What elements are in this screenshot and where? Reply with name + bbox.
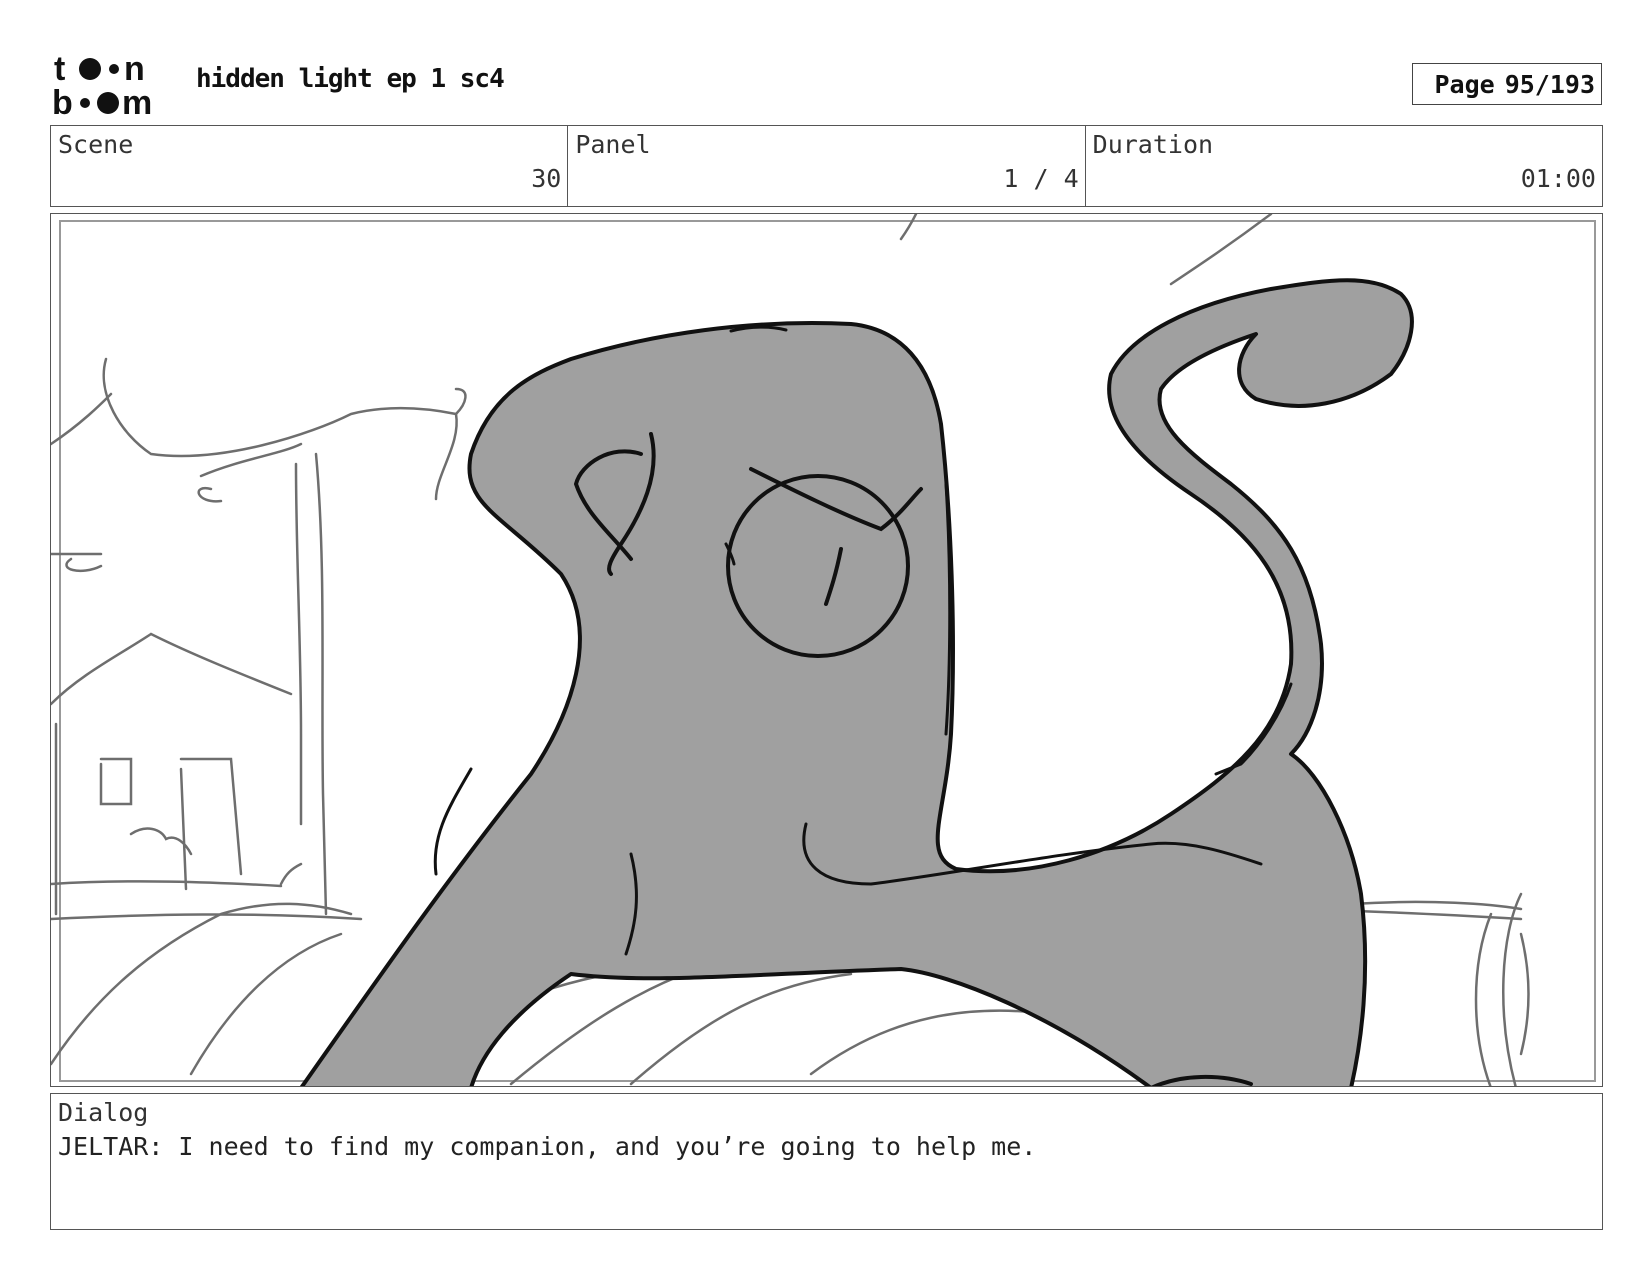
storyboard-frame [50,213,1603,1087]
storyboard-drawing [51,214,1596,1086]
page-indicator: Page 95/193 [1412,63,1602,105]
scene-label: Scene [58,130,134,159]
panel-label: Panel [575,130,651,159]
panel-info-row: Scene 30 Panel 1 / 4 Duration 01:00 [50,125,1603,207]
page-label: Page [1434,69,1495,99]
scene-value: 30 [531,164,562,193]
page-number: 95/193 [1504,69,1595,99]
scene-cell: Scene 30 [51,126,569,206]
svg-text:t: t [54,52,65,88]
character-jeltar [299,278,1414,1086]
dialog-label: Dialog [58,1098,149,1127]
svg-text:n: n [124,52,145,88]
dialog-box: Dialog JELTAR: I need to find my compani… [50,1093,1603,1230]
duration-label: Duration [1092,130,1214,159]
panel-value: 1 / 4 [1003,164,1079,193]
svg-text:b: b [52,84,73,118]
document-title: hidden light ep 1 sc4 [196,64,505,94]
svg-text:m: m [122,84,152,118]
toon-boom-logo: t n b m [52,50,172,122]
duration-value: 01:00 [1520,164,1596,193]
duration-cell: Duration 01:00 [1086,126,1602,206]
dialog-text: JELTAR: I need to find my companion, and… [58,1132,1037,1161]
panel-cell: Panel 1 / 4 [568,126,1086,206]
